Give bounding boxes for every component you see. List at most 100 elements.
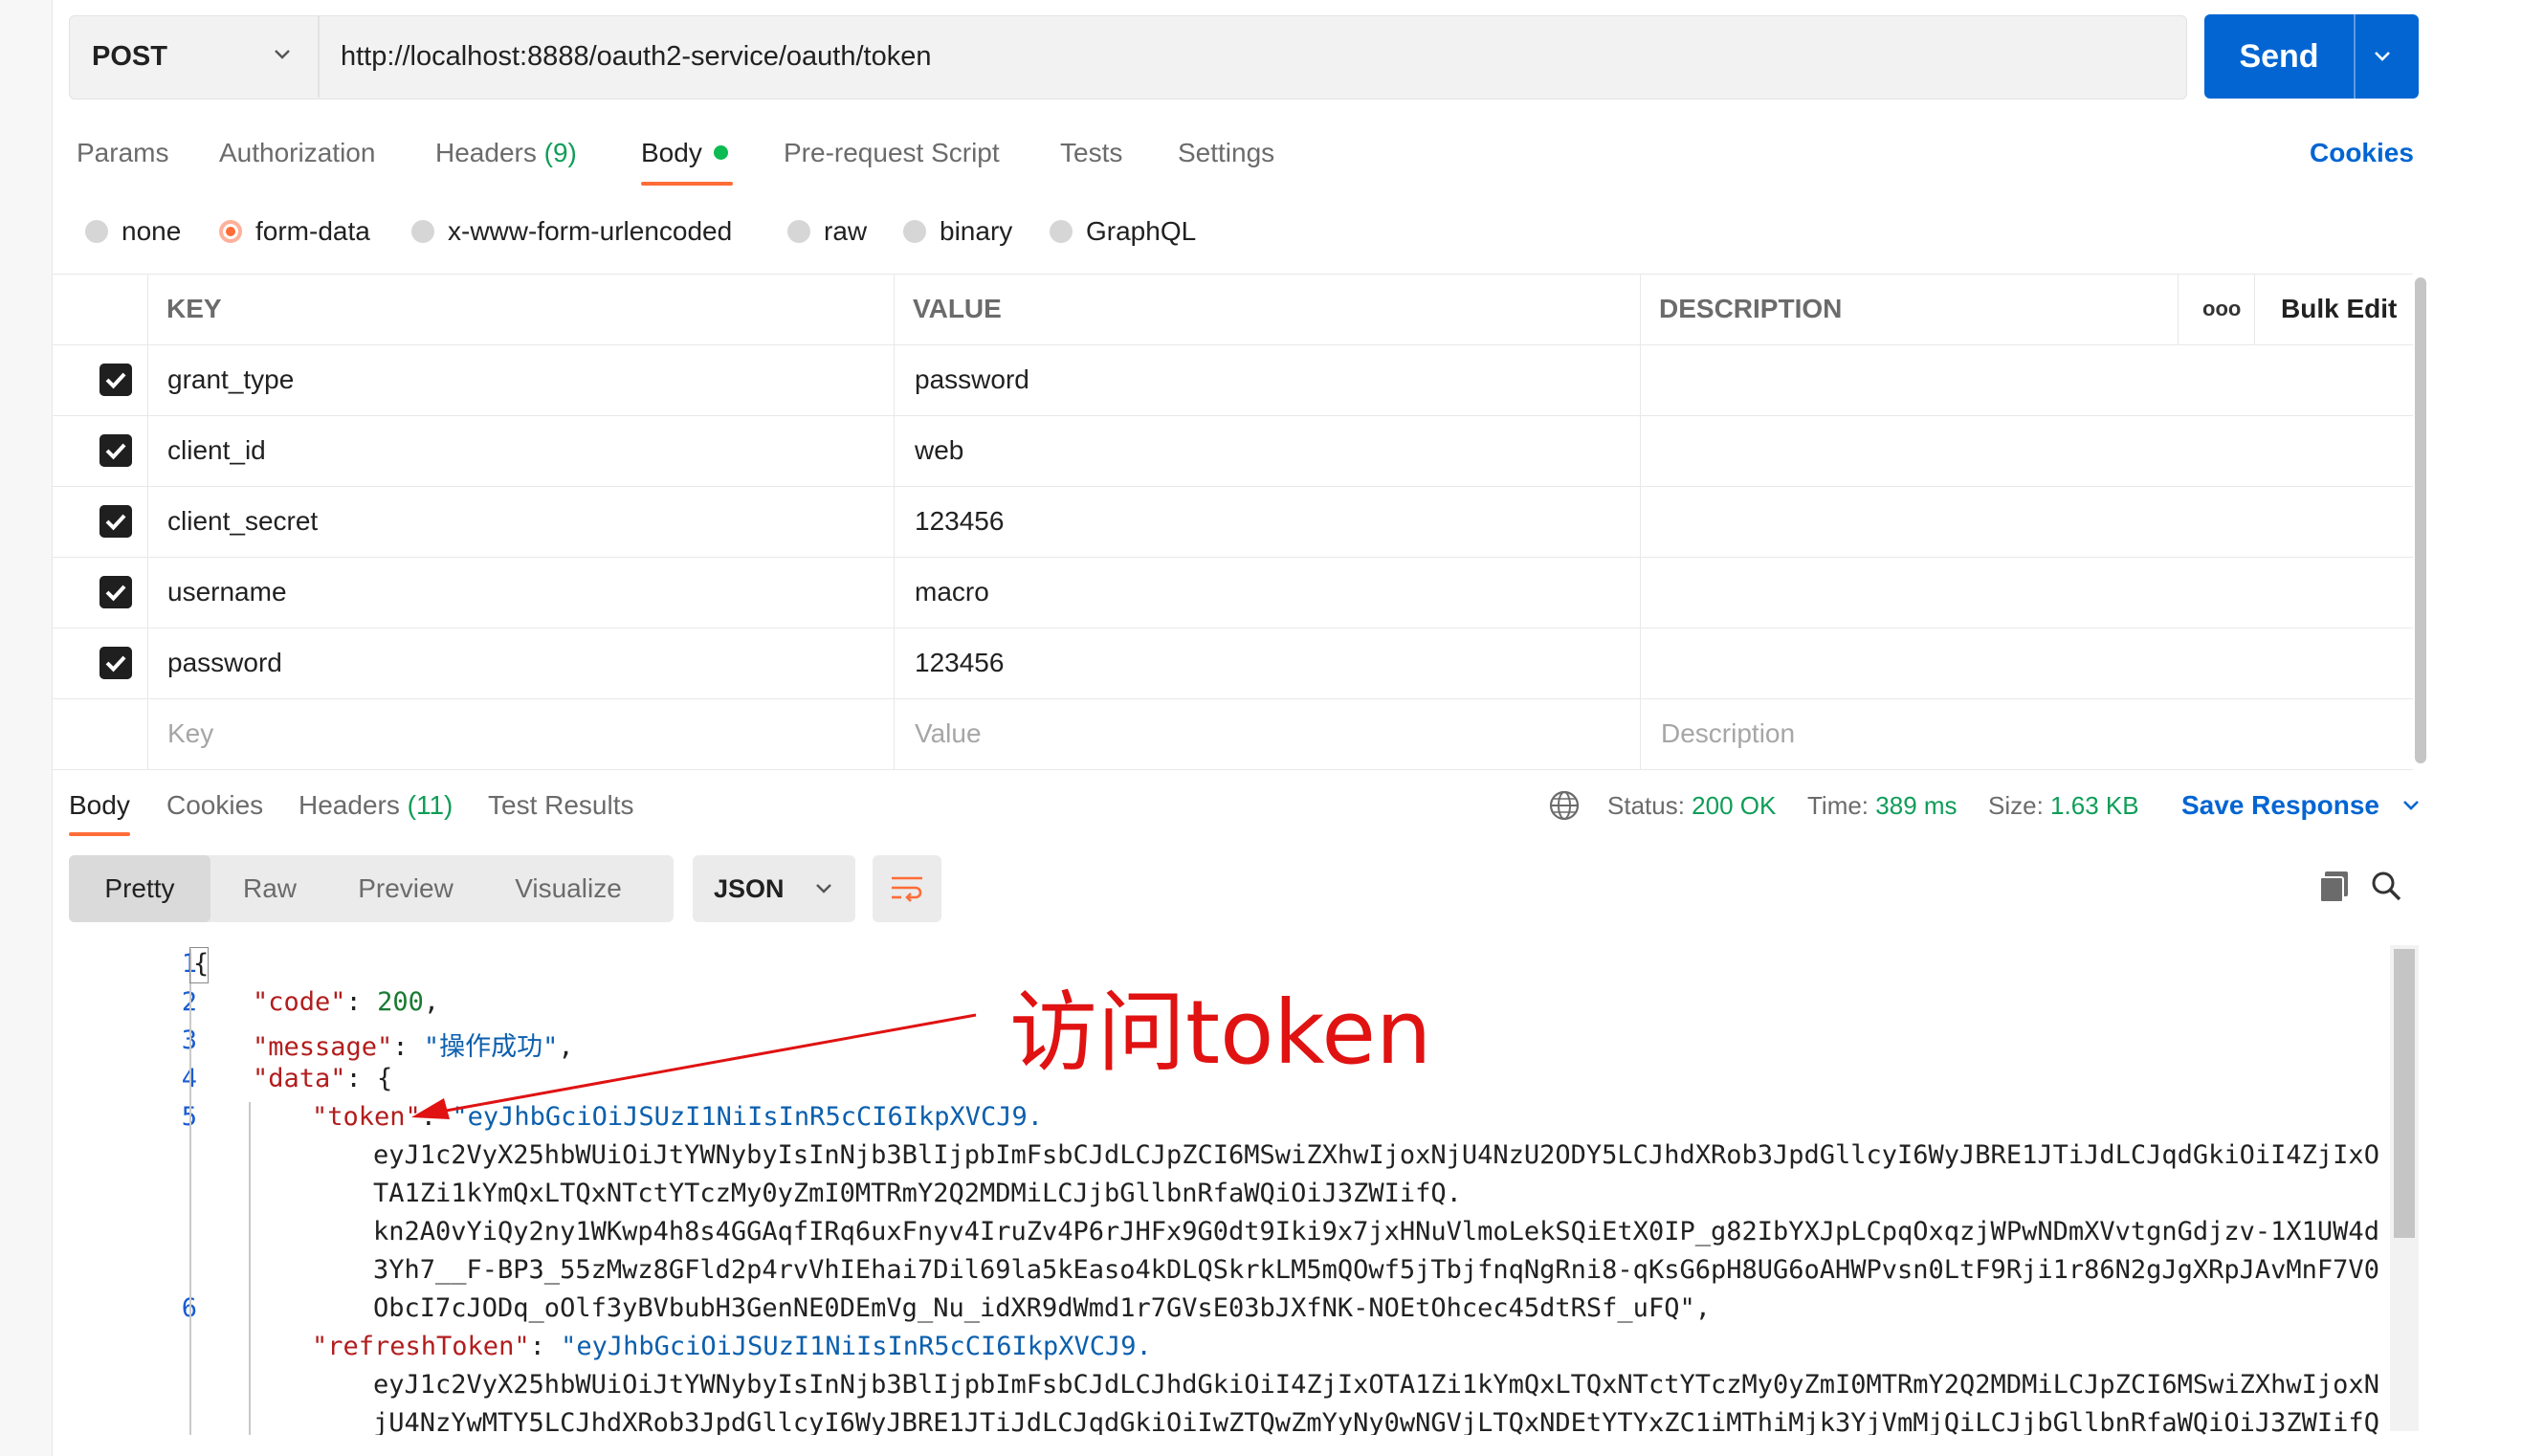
table-row: client_secret 123456 [52, 486, 2413, 558]
checkbox-checked-icon[interactable] [100, 364, 132, 396]
indent-guide [189, 949, 191, 1435]
send-divider [2354, 14, 2356, 99]
format-pretty[interactable]: Pretty [69, 855, 210, 922]
send-options-chevron-icon[interactable] [2371, 45, 2394, 68]
save-response-button[interactable]: Save Response [2181, 786, 2422, 825]
value-input[interactable]: Value [915, 698, 982, 769]
language-select[interactable]: JSON [693, 855, 855, 922]
radio-x-www-form-urlencoded[interactable]: x-www-form-urlencoded [411, 214, 732, 249]
cookies-link[interactable]: Cookies [2310, 134, 2414, 172]
row-key[interactable]: client_secret [167, 486, 318, 557]
tab-prerequest-script[interactable]: Pre-request Script [784, 134, 1000, 172]
time-label: Time: [1807, 791, 1869, 820]
radio-circle-selected [219, 220, 242, 243]
row-key[interactable]: grant_type [167, 344, 294, 415]
method-label: POST [92, 40, 167, 72]
size-value: 1.63 KB [2050, 791, 2139, 820]
tab-headers[interactable]: Headers (9) [435, 134, 577, 172]
response-tab-cookies[interactable]: Cookies [166, 786, 263, 825]
json-key: "data" [253, 1064, 346, 1093]
sidebar-rail [0, 0, 53, 1456]
radio-graphql[interactable]: GraphQL [1050, 214, 1196, 249]
row-value[interactable]: password [915, 344, 1029, 415]
radio-label: form-data [255, 216, 370, 246]
response-size: Size: 1.63 KB [1988, 786, 2139, 825]
annotation-label: 访问token [1009, 982, 1432, 1084]
tab-body[interactable]: Body [641, 134, 728, 172]
row-value[interactable]: 123456 [915, 628, 1004, 698]
more-options-icon[interactable]: ooo [2202, 274, 2241, 344]
checkbox-checked-icon[interactable] [100, 434, 132, 467]
row-value[interactable]: macro [915, 557, 989, 628]
radio-binary[interactable]: binary [903, 214, 1012, 249]
key-input[interactable]: Key [167, 698, 213, 769]
method-select[interactable]: POST [69, 15, 320, 98]
status-label: Status: [1607, 791, 1685, 820]
send-button[interactable]: Send [2204, 14, 2419, 99]
response-time: Time: 389 ms [1807, 786, 1958, 825]
row-value[interactable]: web [915, 415, 963, 486]
response-tab-headers[interactable]: Headers (11) [299, 786, 453, 825]
radio-label: raw [824, 216, 868, 246]
json-key: "code" [253, 987, 346, 1017]
wrap-lines-button[interactable] [873, 855, 941, 922]
radio-label: x-www-form-urlencoded [448, 216, 733, 246]
radio-circle [411, 220, 434, 243]
response-format-group: Pretty Raw Preview Visualize [69, 855, 674, 922]
search-icon[interactable] [2369, 869, 2403, 905]
copy-icon[interactable] [2317, 869, 2352, 905]
row-key[interactable]: client_id [167, 415, 266, 486]
table-row: client_id web [52, 415, 2413, 487]
send-label: Send [2239, 38, 2319, 75]
checkbox-checked-icon[interactable] [100, 576, 132, 608]
format-raw[interactable]: Raw [210, 855, 329, 922]
radio-raw[interactable]: raw [787, 214, 867, 249]
code-line: "data": { [253, 1064, 393, 1093]
tab-settings[interactable]: Settings [1178, 134, 1274, 172]
radio-circle [1050, 220, 1073, 243]
code-wrap-line: kn2A0vYiQy2ny1WKwp4h8s4GGAqfIRq6uxFnyv4I… [373, 1217, 2379, 1246]
radio-none[interactable]: none [85, 214, 181, 249]
row-key[interactable]: password [167, 628, 282, 698]
globe-icon[interactable] [1548, 789, 1581, 822]
table-scrollbar[interactable] [2415, 277, 2426, 763]
tab-params[interactable]: Params [77, 134, 168, 172]
tab-authorization[interactable]: Authorization [219, 134, 375, 172]
header-description: DESCRIPTION [1659, 294, 1843, 323]
editor-scrollbar-thumb[interactable] [2394, 949, 2415, 1238]
checkbox-checked-icon[interactable] [100, 505, 132, 538]
url-input[interactable]: http://localhost:8888/oauth2-service/oau… [341, 15, 931, 98]
response-status: Status: 200 OK [1607, 786, 1776, 825]
response-tab-underline [69, 832, 130, 836]
tab-tests[interactable]: Tests [1060, 134, 1122, 172]
tab-body-label: Body [641, 138, 702, 167]
response-tab-test-results[interactable]: Test Results [488, 786, 634, 825]
bulk-edit-button[interactable]: Bulk Edit [2281, 274, 2397, 344]
radio-circle [85, 220, 108, 243]
tab-headers-label: Headers [435, 138, 537, 167]
save-response-label: Save Response [2181, 790, 2379, 820]
code-wrap-line: 3Yh7__F-BP3_55zMwz8GFld2p4rvVhIEhai7Dil6… [373, 1255, 2379, 1285]
description-input[interactable]: Description [1661, 698, 1795, 769]
table-header-row: KEY VALUE DESCRIPTION ooo Bulk Edit [52, 274, 2413, 345]
response-tab-headers-label: Headers [299, 790, 400, 820]
code-wrap-line: ObcI7cJODq_oOlf3yBVbubH3GenNE0DEmVg_Nu_i… [373, 1293, 1711, 1323]
json-string: "eyJhbGciOiJSUzI1NiIsInR5cCI6IkpXVCJ9. [561, 1332, 1152, 1361]
radio-label: GraphQL [1086, 216, 1197, 246]
json-key: "refreshToken" [312, 1332, 530, 1361]
code-line: { [193, 949, 210, 979]
response-tab-body[interactable]: Body [69, 786, 130, 825]
chevron-down-icon [816, 884, 831, 893]
radio-form-data[interactable]: form-data [219, 214, 370, 249]
indent-guide [249, 1102, 251, 1435]
radio-circle [903, 220, 926, 243]
row-key[interactable]: username [167, 557, 287, 628]
chevron-down-icon [2402, 801, 2419, 810]
row-value[interactable]: 123456 [915, 486, 1004, 557]
time-value: 389 ms [1875, 791, 1958, 820]
checkbox-checked-icon[interactable] [100, 647, 132, 679]
annotation-arrow-icon [411, 1013, 977, 1119]
size-label: Size: [1988, 791, 2044, 820]
format-preview[interactable]: Preview [329, 855, 482, 922]
format-visualize[interactable]: Visualize [482, 855, 654, 922]
